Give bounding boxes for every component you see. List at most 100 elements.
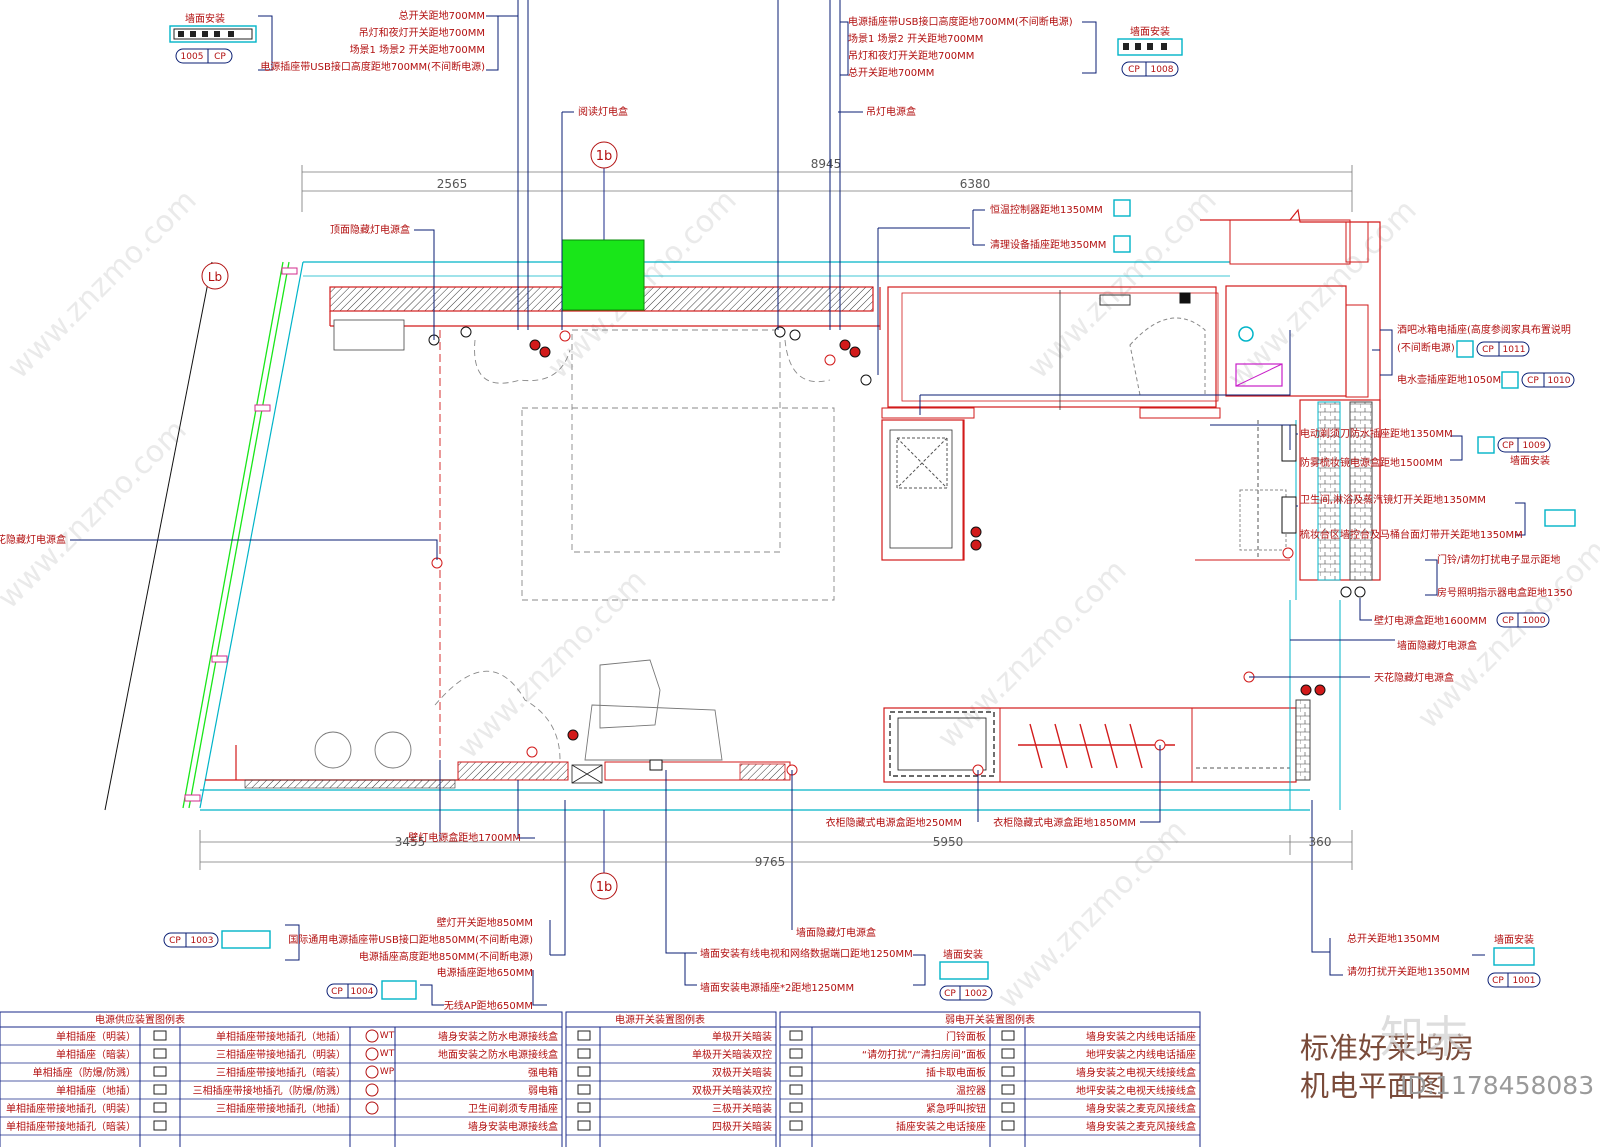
electrical-floor-plan: www.znzmo.com www.znzmo.com www.znzmo.co…: [0, 0, 1600, 1147]
legend-item-label: 卫生间剃须专用插座: [468, 1102, 558, 1115]
bed-headboard-unit: [333, 319, 405, 351]
watermark-text: www.znzmo.com: [0, 413, 194, 616]
callout-text: 电源插座带USB接口高度距地700MM(不间断电源): [848, 15, 1073, 28]
callout-reading-light: 阅读灯电盒: [578, 105, 628, 118]
callout-vanity-switch: 梳妆台区墙控台及马桶台面灯带开关距地1350MM: [1300, 528, 1523, 541]
watermark-id: ID:1178458083: [1400, 1071, 1594, 1100]
outlet-icon: [1501, 371, 1519, 389]
watermark-text: www.znzmo.com: [451, 563, 654, 766]
svg-text:1002: 1002: [965, 989, 988, 999]
install-label: 墙面安装: [1130, 25, 1170, 38]
callout-text: 总开关距地1350MM: [1347, 932, 1440, 945]
install-label: 墙面安装: [185, 12, 225, 25]
cp-tag: 1005 CP: [175, 48, 233, 64]
legend-item-label: 墙身安装之内线电话插座: [1086, 1030, 1196, 1043]
cp-tag: CP 1010: [1521, 372, 1575, 388]
legend-item-label: 单相插座带接地插孔（暗装）: [6, 1120, 136, 1133]
legend-item-label: 地坪安装之电视天线接线盒: [1076, 1084, 1196, 1097]
room-outline: [205, 330, 460, 781]
cp-tag: CP 1004: [326, 983, 378, 999]
callout-thermostat: 恒温控制器距地1350MM: [990, 203, 1103, 216]
svg-text:1b: 1b: [596, 149, 613, 164]
svg-text:CP: CP: [1502, 616, 1514, 626]
callout-text: 请勿打扰开关距地1350MM: [1347, 965, 1470, 978]
svg-text:1009: 1009: [1523, 441, 1546, 451]
svg-text:Lb: Lb: [208, 270, 222, 284]
callout-text: 总开关距地700MM: [848, 66, 934, 79]
legend-item-label: 三相插座带接地插孔（暗装）: [216, 1066, 346, 1079]
callout-sconce-1700: 壁灯电源盒距地1700MM: [408, 831, 521, 844]
callout-text: 墙面安装电源插座*2距地1250MM: [700, 981, 854, 994]
callout-text: 场景1 场景2 开关距地700MM: [350, 43, 485, 56]
callout-shaver: 电动剃须刀防水插座距地1350MM: [1300, 427, 1453, 440]
svg-text:CP: CP: [169, 936, 181, 946]
legend-header-power: 电源供应装置图例表: [95, 1013, 185, 1026]
cp-tag: CP 1002: [939, 985, 993, 1001]
callout-sconce-1600: 壁灯电源盒距地1600MM: [1374, 614, 1487, 627]
callout-text: 墙面安装有线电视和网络数据端口距地1250MM: [700, 947, 913, 960]
socket-plate-icon: [939, 961, 989, 980]
legend-item-label: 三相插座带接地插孔（地插）: [216, 1102, 346, 1115]
dim-top-left: 2565: [437, 177, 468, 191]
legend-item-label: “请勿打扰”/“清扫房间”面板: [862, 1048, 986, 1061]
thermostat-icon: [1113, 199, 1131, 217]
legend-item-label: 地坪安装之内线电话插座: [1086, 1048, 1196, 1061]
legend-item-label: 地面安装之防水电源接线盒: [438, 1048, 558, 1061]
svg-text:1b: 1b: [596, 880, 613, 895]
legend-code: WT: [380, 1049, 395, 1059]
callout-bath-switch: 卫生间,淋浴及蒸汽镜灯开关距地1350MM: [1300, 493, 1486, 506]
svg-text:CP: CP: [1502, 441, 1514, 451]
device-plate-icon: [169, 25, 257, 43]
section-mark-left: Lb: [201, 262, 229, 290]
svg-text:CP: CP: [1128, 65, 1140, 75]
cp-tag: CP 1000: [1496, 612, 1550, 628]
callout-minibar-ups: (不间断电源): [1397, 341, 1455, 354]
legend-item-label: 单相插座带接地插孔（地插）: [216, 1030, 346, 1043]
legend-header-weak: 弱电开关装置图例表: [945, 1013, 1035, 1026]
callout-cleaning-outlet: 清理设备插座距地350MM: [990, 238, 1106, 251]
dim-bottom-total: 9765: [755, 855, 786, 869]
legend-item-label: 弱电箱: [528, 1084, 558, 1097]
socket-plate-icon: [221, 930, 271, 949]
svg-text:1003: 1003: [191, 936, 214, 946]
svg-text:CP: CP: [1527, 376, 1539, 386]
watermark-text: www.znzmo.com: [991, 813, 1194, 1016]
section-mark-bottom: 1b: [590, 810, 618, 900]
callout-wardrobe-250: 衣柜隐藏式电源盒距地250MM: [826, 816, 962, 829]
legend-item-label: 墙身安装之防水电源接线盒: [438, 1030, 558, 1043]
legend-item-label: 门铃面板: [946, 1030, 986, 1043]
callout-mirror: 防雾梳妆镜电源盒距地1500MM: [1300, 456, 1443, 469]
cp-tag: CP 1011: [1476, 341, 1530, 357]
callout-ceiling-hidden-right: 天花隐藏灯电源盒: [1374, 671, 1454, 684]
callout-wardrobe-1850: 衣柜隐藏式电源盒距地1850MM: [993, 816, 1136, 829]
legend-item-label: 单极开关暗装双控: [692, 1048, 772, 1061]
dim-top-total: 8945: [811, 157, 842, 171]
legend-item-label: 三相插座带接地插孔（防爆/防溅）: [193, 1084, 346, 1097]
legend-item-label: 双极开关暗装双控: [692, 1084, 772, 1097]
callout-text: 国际通用电源插座带USB接口距地850MM(不间断电源): [288, 933, 533, 946]
callout-text: 壁灯开关距地850MM: [437, 916, 533, 929]
socket-plate-icon: [381, 980, 417, 1000]
svg-text:1011: 1011: [1503, 345, 1526, 355]
dim-bottom-mid: 5950: [933, 835, 964, 849]
callout-text: 场景1 场景2 开关距地700MM: [848, 32, 983, 45]
svg-text:1008: 1008: [1151, 65, 1174, 75]
switch-plate-icon: [1544, 509, 1576, 527]
legend-item-label: 插座安装之电话接座: [896, 1120, 986, 1133]
svg-text:1000: 1000: [1523, 616, 1546, 626]
outlet-icon: [1456, 340, 1474, 358]
green-block: [561, 239, 645, 311]
callout-wall-hidden-right: 墙面隐藏灯电源盒: [1397, 639, 1477, 652]
callout-ceiling-hidden: 顶面隐藏灯电源盒: [330, 223, 410, 236]
callout-text: 总开关距地700MM: [399, 9, 485, 22]
left-facade-wall: [104, 261, 304, 811]
cp-tag: CP 1003: [163, 932, 219, 948]
dim-bottom-right: 360: [1309, 835, 1332, 849]
callout-room-indicator: 房号照明指示器电盒距地1350: [1437, 586, 1572, 599]
outlet-icon: [1477, 436, 1495, 454]
callout-wall-hidden-bottom: 墙面隐藏灯电源盒: [796, 926, 876, 939]
bottom-wall: [200, 761, 1310, 811]
callout-minibar: 酒吧冰箱电插座(高度参阅家具布置说明: [1397, 323, 1571, 336]
svg-text:CP: CP: [1492, 976, 1504, 986]
svg-text:CP: CP: [214, 52, 226, 62]
